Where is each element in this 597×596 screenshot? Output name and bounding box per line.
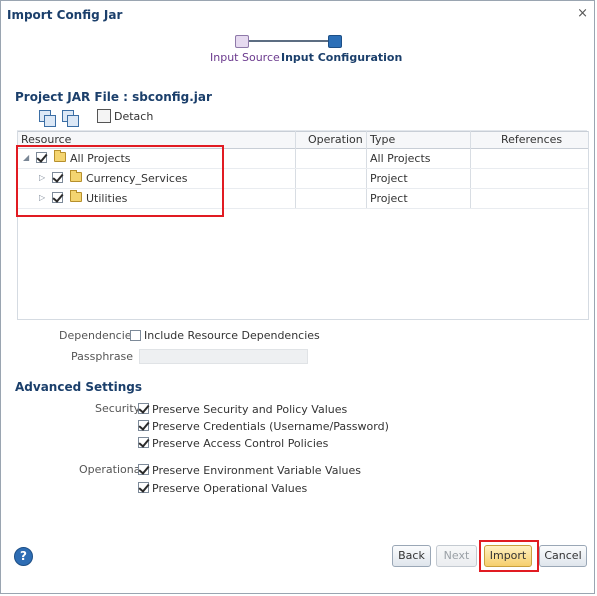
dialog-titlebar: Import Config Jar × xyxy=(1,1,594,29)
collapse-all-icon[interactable] xyxy=(62,110,79,127)
operational-label: Operational xyxy=(79,463,144,476)
train-step-input-source-icon[interactable] xyxy=(235,35,249,48)
column-type[interactable]: Type xyxy=(370,133,395,146)
detach-button[interactable]: Detach xyxy=(97,109,153,123)
preserve-env-vars-checkbox[interactable] xyxy=(138,464,149,475)
resource-type: All Projects xyxy=(370,152,431,165)
close-icon[interactable]: × xyxy=(577,6,588,21)
preserve-security-label: Preserve Security and Policy Values xyxy=(152,403,348,416)
preserve-access-control-label: Preserve Access Control Policies xyxy=(152,437,329,450)
resource-type: Project xyxy=(370,192,408,205)
dependencies-label: Dependencies xyxy=(59,329,138,342)
expand-all-icon[interactable] xyxy=(39,110,56,127)
preserve-credentials-label: Preserve Credentials (Username/Password) xyxy=(152,420,389,433)
preserve-operational-values-label: Preserve Operational Values xyxy=(152,482,308,495)
detach-icon xyxy=(97,109,111,123)
highlight-box-import xyxy=(479,540,539,572)
next-button[interactable]: Next xyxy=(436,545,477,567)
preserve-operational-values-checkbox[interactable] xyxy=(138,482,149,493)
column-references[interactable]: References xyxy=(501,133,562,146)
tree-toolbar: Detach xyxy=(17,108,587,131)
preserve-security-checkbox[interactable] xyxy=(138,403,149,414)
include-dependencies-label: Include Resource Dependencies xyxy=(144,329,320,342)
passphrase-input[interactable] xyxy=(139,349,308,364)
train-connector xyxy=(247,40,333,42)
project-jar-heading: Project JAR File : sbconfig.jar xyxy=(15,90,212,104)
import-config-jar-dialog: Import Config Jar × Input Source Input C… xyxy=(0,0,595,594)
highlight-box-resources xyxy=(16,145,224,217)
include-dependencies-checkbox[interactable] xyxy=(130,330,141,341)
advanced-settings-heading: Advanced Settings xyxy=(15,380,143,394)
resource-type: Project xyxy=(370,172,408,185)
preserve-access-control-checkbox[interactable] xyxy=(138,437,149,448)
help-icon[interactable]: ? xyxy=(14,547,33,566)
preserve-credentials-checkbox[interactable] xyxy=(138,420,149,431)
security-label: Security xyxy=(95,402,141,415)
cancel-button[interactable]: Cancel xyxy=(539,545,587,567)
back-button[interactable]: Back xyxy=(392,545,431,567)
preserve-env-vars-label: Preserve Environment Variable Values xyxy=(152,464,361,477)
detach-label: Detach xyxy=(114,109,154,123)
passphrase-label: Passphrase xyxy=(71,350,134,363)
column-operation[interactable]: Operation xyxy=(308,133,363,146)
train-step-input-source[interactable]: Input Source xyxy=(210,51,280,64)
dialog-title: Import Config Jar xyxy=(7,8,123,22)
train-step-input-configuration: Input Configuration xyxy=(281,51,403,64)
train-step-input-configuration-icon xyxy=(328,35,342,48)
